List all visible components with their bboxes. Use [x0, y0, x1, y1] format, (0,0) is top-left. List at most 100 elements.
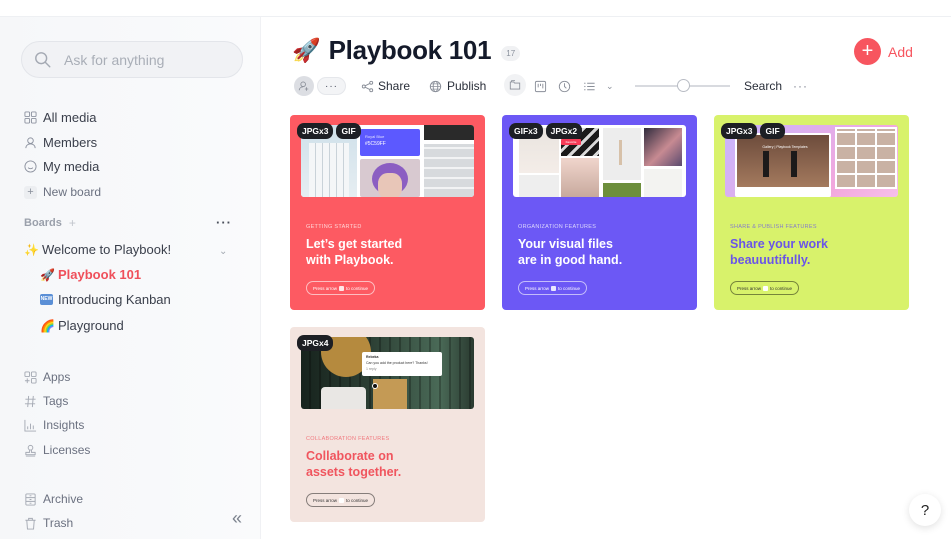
preview-text: Rebeka [366, 355, 379, 359]
sidebar-item-label: Tags [43, 394, 69, 408]
share-button[interactable]: Share [361, 76, 410, 96]
boards-section-header: Boards + ··· [24, 215, 232, 230]
rainbow-icon: 🌈 [40, 318, 55, 333]
file-type-tag: JPGx3 [297, 123, 334, 139]
arrow-key-icon [763, 285, 769, 291]
rocket-icon: 🚀 [292, 37, 321, 63]
preview-text: #5C59FF [365, 141, 386, 147]
new-board-button[interactable]: + New board [24, 182, 101, 202]
sidebar-item-label: Licenses [43, 443, 91, 457]
board-introducing-kanban[interactable]: NEW Introducing Kanban [40, 292, 171, 307]
board-label: Welcome to Playbook! [42, 242, 172, 257]
add-user-icon [294, 76, 314, 96]
question-icon: ? [920, 501, 930, 519]
board-label: Playbook 101 [58, 267, 142, 282]
media-card[interactable]: GIFx3 JPGx2 Favorite Organization Featur… [502, 115, 697, 310]
file-type-tag: GIFx3 [509, 123, 543, 139]
ask-search-box[interactable] [21, 41, 243, 78]
more-options-button[interactable]: ··· [317, 76, 346, 96]
sidebar-item-licenses[interactable]: Licenses [24, 440, 90, 460]
file-type-tag: JPGx2 [545, 123, 583, 139]
card-hint: Press arrow to continue [306, 281, 376, 295]
file-type-tag: GIF [336, 123, 361, 139]
archive-icon [24, 492, 37, 506]
search-button[interactable]: Search [744, 76, 782, 96]
card-hint: Press arrow to continue [730, 281, 800, 295]
page-title[interactable]: Playbook 101 [329, 35, 492, 66]
sidebar-item-trash[interactable]: Trash [24, 513, 73, 533]
boards-more-button[interactable]: ··· [216, 215, 232, 230]
new-board-label: New board [43, 185, 102, 199]
board-playground[interactable]: 🌈 Playground [40, 318, 124, 333]
help-button[interactable]: ? [909, 494, 941, 526]
arrow-key-icon [339, 285, 345, 291]
sidebar-item-my-media[interactable]: My media [24, 156, 99, 176]
headline-line: Let’s get started [306, 237, 403, 251]
chart-icon [24, 419, 37, 432]
sidebar-item-label: Archive [43, 492, 84, 506]
preview-text: Royal Blue [365, 134, 385, 139]
hint-text: to continue [770, 285, 793, 291]
card-eyebrow: Share & Publish Features [730, 224, 817, 230]
trash-icon [24, 517, 37, 530]
kanban-view-button[interactable] [534, 76, 547, 96]
sidebar-item-apps[interactable]: Apps [24, 367, 70, 387]
card-headline: Share your work beauuutifully. [730, 236, 900, 268]
board-playbook-101[interactable]: 🚀 Playbook 101 [40, 267, 141, 282]
board-label: Introducing Kanban [58, 292, 171, 307]
sidebar: All media Members My media + New board B… [0, 17, 261, 539]
toolbar-overflow-button[interactable]: ··· [793, 76, 808, 96]
card-headline: Let’s get started with Playbook. [306, 236, 476, 268]
add-board-icon[interactable]: + [69, 216, 76, 230]
chevron-down-icon: ⌄ [606, 80, 614, 91]
file-type-tag: JPGx4 [297, 335, 334, 351]
sidebar-item-label: Apps [43, 370, 71, 384]
invite-member-button[interactable] [294, 76, 314, 96]
sidebar-item-insights[interactable]: Insights [24, 415, 84, 435]
board-welcome-to-playbook[interactable]: ✨ Welcome to Playbook! [24, 242, 171, 257]
file-type-tags: JPGx3 GIF [297, 123, 361, 139]
slider-knob[interactable] [676, 79, 690, 92]
view-options-dropdown[interactable]: ⌄ [606, 76, 614, 96]
hash-icon [24, 395, 37, 408]
sidebar-item-archive[interactable]: Archive [24, 489, 83, 509]
hint-text: Press arrow [313, 285, 338, 291]
thumbnail-size-slider[interactable] [635, 79, 730, 92]
preview-text: Favorite [561, 139, 581, 145]
folder-view-button[interactable] [504, 74, 526, 96]
new-badge-icon: NEW [40, 294, 53, 305]
search-label: Search [744, 79, 783, 93]
file-type-tag: JPGx3 [721, 123, 758, 139]
sidebar-item-label: Insights [43, 418, 85, 432]
sparkles-icon: ✨ [24, 242, 39, 257]
user-icon [24, 136, 37, 149]
media-card[interactable]: JPGx3 GIF Gallery | Playbook Templates S… [714, 115, 909, 310]
card-hint: Press arrow to continue [306, 493, 376, 507]
headline-line: beauuutifully. [730, 253, 811, 267]
history-button[interactable] [558, 76, 571, 96]
add-button[interactable]: + Add [854, 38, 913, 65]
arrow-key-icon [339, 497, 345, 503]
globe-icon [429, 80, 442, 92]
sidebar-item-tags[interactable]: Tags [24, 391, 68, 411]
sidebar-item-members[interactable]: Members [24, 132, 97, 152]
list-view-button[interactable] [583, 76, 596, 96]
clock-icon [558, 80, 571, 92]
share-label: Share [378, 79, 411, 93]
publish-button[interactable]: Publish [429, 76, 486, 96]
hint-text: Press arrow [525, 285, 550, 291]
ask-search-input[interactable] [64, 51, 224, 68]
headline-line: Share your work [730, 237, 828, 251]
media-card[interactable]: JPGx3 GIF Royal Blue #5C59FF Getting Sta… [290, 115, 485, 310]
hint-text: to continue [346, 497, 369, 503]
sidebar-item-all-media[interactable]: All media [24, 107, 96, 127]
more-icon: ··· [793, 79, 808, 93]
card-eyebrow: Organization Features [518, 224, 597, 230]
collapse-sidebar-button[interactable]: « [232, 508, 242, 529]
list-icon [584, 82, 595, 90]
chevron-down-icon[interactable]: ⌄ [219, 246, 227, 257]
media-card[interactable]: JPGx4 Rebeka Can you add the product her… [290, 327, 485, 522]
stamp-icon [24, 444, 37, 457]
headline-line: with Playbook. [306, 253, 394, 267]
card-headline: Collaborate on assets together. [306, 448, 476, 480]
